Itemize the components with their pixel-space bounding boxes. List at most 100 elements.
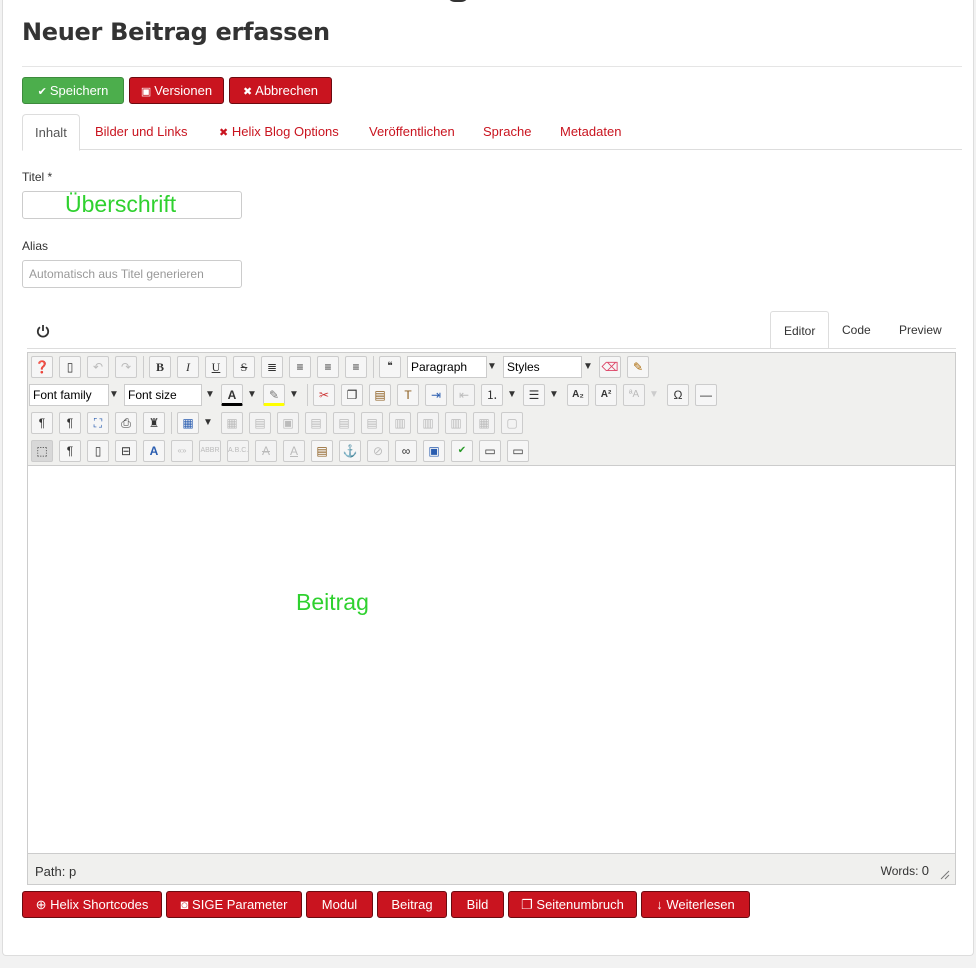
numbered-list-icon[interactable]: ⒈	[481, 384, 503, 406]
font-size-select[interactable]: Font size	[124, 384, 202, 406]
delete-row-icon[interactable]: ▤	[361, 412, 383, 434]
chevron-down-icon[interactable]: ▼	[287, 384, 301, 406]
anchor-icon[interactable]: ⚓	[339, 440, 361, 462]
insert-row-after-icon[interactable]: ▤	[333, 412, 355, 434]
seitenumbruch-button[interactable]: ❐ Seitenumbruch	[508, 891, 637, 918]
tab-veroeffentlichen[interactable]: Veröffentlichen	[369, 114, 455, 150]
helix-shortcodes-button[interactable]: ⊕ Helix Shortcodes	[22, 891, 162, 918]
horizontal-rule-icon[interactable]: —	[695, 384, 717, 406]
page-break-icon[interactable]: ▭	[479, 440, 501, 462]
redo-icon[interactable]: ↷	[115, 356, 137, 378]
chevron-down-icon[interactable]: ▼	[201, 412, 215, 434]
power-toggle-icon[interactable]	[35, 323, 51, 339]
styles-select[interactable]: Styles	[503, 356, 582, 378]
chevron-down-icon[interactable]: ▼	[245, 384, 259, 406]
new-document-icon[interactable]: ▯	[59, 356, 81, 378]
eraser-icon[interactable]: ⌫	[599, 356, 621, 378]
chevron-down-icon[interactable]: ▼	[485, 356, 499, 378]
insert-layer-icon[interactable]: ⊟	[115, 440, 137, 462]
subscript-icon[interactable]: A₂	[567, 384, 589, 406]
language-icon[interactable]: ªA	[623, 384, 645, 406]
font-family-select[interactable]: Font family	[29, 384, 109, 406]
cancel-button[interactable]: ✖ Abbrechen	[229, 77, 332, 104]
cell-props-icon[interactable]: ▣	[277, 412, 299, 434]
tab-bilder-und-links[interactable]: Bilder und Links	[95, 114, 188, 150]
underline-icon[interactable]: U	[205, 356, 227, 378]
link-icon[interactable]: ∞	[395, 440, 417, 462]
align-right-icon[interactable]: ≡	[345, 356, 367, 378]
superscript-icon[interactable]: A²	[595, 384, 617, 406]
outdent-icon[interactable]: ⇤	[453, 384, 475, 406]
tab-editor[interactable]: Editor	[770, 311, 830, 349]
template-icon[interactable]: ▯	[87, 440, 109, 462]
fullscreen-icon[interactable]: ⛶	[87, 412, 109, 434]
bild-button[interactable]: Bild	[451, 891, 504, 918]
tab-inhalt[interactable]: Inhalt	[22, 114, 80, 151]
split-cells-icon[interactable]: ▦	[473, 412, 495, 434]
unlink-icon[interactable]: ⊘	[367, 440, 389, 462]
visual-aid-icon[interactable]: ⬚	[31, 440, 53, 462]
chevron-down-icon[interactable]: ▼	[107, 384, 121, 406]
weiterlesen-button[interactable]: ↓ Weiterlesen	[641, 891, 750, 918]
tab-metadaten[interactable]: Metadaten	[560, 114, 621, 150]
insert-col-before-icon[interactable]: ▥	[389, 412, 411, 434]
styles-props-icon[interactable]: A	[143, 440, 165, 462]
indent-icon[interactable]: ⇥	[425, 384, 447, 406]
print-icon[interactable]: ⎙	[115, 412, 137, 434]
spellcheck-icon[interactable]: ✔	[451, 440, 473, 462]
special-character-icon[interactable]: Ω	[667, 384, 689, 406]
delete-table-icon[interactable]: ▦	[221, 412, 243, 434]
insert-col-after-icon[interactable]: ▥	[417, 412, 439, 434]
save-button[interactable]: ✔ Speichern	[22, 77, 124, 104]
abbr-icon[interactable]: ABBR	[199, 440, 221, 462]
paste-icon[interactable]: ▤	[369, 384, 391, 406]
editor-content-area[interactable]: Beitrag	[28, 467, 955, 853]
strikethrough-icon[interactable]: S	[233, 356, 255, 378]
table-icon[interactable]: ▦	[177, 412, 199, 434]
format-select[interactable]: Paragraph	[407, 356, 487, 378]
image-icon[interactable]: ▣	[423, 440, 445, 462]
alias-input[interactable]: Automatisch aus Titel generieren	[22, 260, 242, 288]
media-icon[interactable]: ▭	[507, 440, 529, 462]
chevron-down-icon[interactable]: ▼	[203, 384, 217, 406]
tab-helix-blog-options[interactable]: ✖ Helix Blog Options	[219, 114, 339, 150]
paste-text-icon[interactable]: T	[397, 384, 419, 406]
tab-code[interactable]: Code	[842, 311, 871, 349]
chevron-down-icon[interactable]: ▼	[547, 384, 561, 406]
undo-icon[interactable]: ↶	[87, 356, 109, 378]
rtl-icon[interactable]: ¶	[59, 412, 81, 434]
cite-icon[interactable]: «»	[171, 440, 193, 462]
row-props-icon[interactable]: ▤	[249, 412, 271, 434]
italic-icon[interactable]: I	[177, 356, 199, 378]
modul-button[interactable]: Modul	[306, 891, 373, 918]
text-color-icon[interactable]: A	[221, 384, 243, 406]
acronym-icon[interactable]: A.B.C.	[227, 440, 249, 462]
align-center-icon[interactable]: ≡	[289, 356, 311, 378]
attributes-icon[interactable]: ▤	[311, 440, 333, 462]
align-justify-icon[interactable]: ≣	[261, 356, 283, 378]
versions-button[interactable]: ▣ Versionen	[129, 77, 224, 104]
chevron-down-icon[interactable]: ▼	[505, 384, 519, 406]
sige-parameter-button[interactable]: ◙ SIGE Parameter	[166, 891, 302, 918]
insert-text-icon[interactable]: A	[283, 440, 305, 462]
tab-preview[interactable]: Preview	[899, 311, 942, 349]
chevron-down-icon[interactable]: ▼	[581, 356, 595, 378]
blockquote-icon[interactable]: ❝	[379, 356, 401, 378]
title-input[interactable]: Überschrift	[22, 191, 242, 219]
tab-sprache[interactable]: Sprache	[483, 114, 531, 150]
resize-handle-icon[interactable]	[940, 870, 950, 880]
insert-row-before-icon[interactable]: ▤	[305, 412, 327, 434]
copy-icon[interactable]: ❐	[341, 384, 363, 406]
cleanup-broom-icon[interactable]: ✎	[627, 356, 649, 378]
search-replace-icon[interactable]: ♜	[143, 412, 165, 434]
chevron-down-icon[interactable]: ▼	[647, 384, 661, 406]
show-blocks-icon[interactable]: ¶	[59, 440, 81, 462]
delete-text-icon[interactable]: A	[255, 440, 277, 462]
ltr-icon[interactable]: ¶	[31, 412, 53, 434]
bold-icon[interactable]: B	[149, 356, 171, 378]
beitrag-button[interactable]: Beitrag	[377, 891, 447, 918]
help-icon[interactable]: ❓	[31, 356, 53, 378]
bullet-list-icon[interactable]: ☰	[523, 384, 545, 406]
merge-cells-icon[interactable]: ▢	[501, 412, 523, 434]
align-left-icon[interactable]: ≡	[317, 356, 339, 378]
